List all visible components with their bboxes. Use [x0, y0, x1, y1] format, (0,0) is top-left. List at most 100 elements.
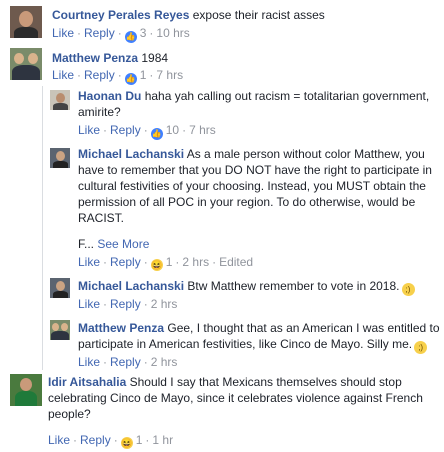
- separator: ·: [113, 433, 118, 447]
- comment-time[interactable]: 2 hrs: [151, 355, 178, 369]
- avatar-body: [51, 331, 69, 340]
- avatar[interactable]: [50, 148, 70, 168]
- like-button[interactable]: Like: [78, 297, 100, 311]
- comment-body: Michael Lachanski Btw Matthew remember t…: [78, 278, 440, 296]
- avatar[interactable]: [50, 278, 70, 298]
- reply-button[interactable]: Reply: [110, 355, 141, 369]
- avatar-body: [53, 161, 68, 168]
- reply-button[interactable]: Reply: [110, 255, 141, 269]
- reply-button[interactable]: Reply: [80, 433, 111, 447]
- comment-author[interactable]: Haonan Du: [78, 89, 141, 103]
- separator: ·: [182, 123, 187, 137]
- avatar[interactable]: [10, 48, 42, 80]
- edited-label[interactable]: Edited: [219, 255, 253, 269]
- like-button[interactable]: Like: [78, 355, 100, 369]
- comment-body: Matthew Penza 1984: [52, 50, 432, 66]
- comment-body: Courtney Perales Reyes expose their raci…: [52, 7, 432, 23]
- comment-actions: Like · Reply · 👍 1 · 7 hrs: [52, 67, 183, 85]
- comment-author[interactable]: Matthew Penza: [78, 321, 164, 335]
- reply-button[interactable]: Reply: [110, 123, 141, 137]
- reply-button[interactable]: Reply: [84, 68, 115, 82]
- comment: Matthew Penza 1984 Like · Reply · 👍 1 · 7 hrs: [0, 44, 444, 86]
- avatar-head: [56, 93, 65, 103]
- avatar[interactable]: [50, 320, 70, 340]
- comment-actions: Like · Reply · 👍 3 · 10 hrs: [52, 25, 190, 43]
- separator: ·: [149, 68, 154, 82]
- avatar-head: [52, 323, 59, 331]
- comment-body: Idir Aitsahalia Should I say that Mexica…: [48, 374, 434, 422]
- see-more-link[interactable]: See More: [97, 237, 149, 251]
- reply-button[interactable]: Reply: [84, 26, 115, 40]
- avatar-body: [12, 65, 40, 80]
- avatar-head: [20, 378, 32, 391]
- like-button[interactable]: Like: [52, 26, 74, 40]
- separator: ·: [175, 255, 180, 269]
- like-button[interactable]: Like: [78, 123, 100, 137]
- like-button[interactable]: Like: [52, 68, 74, 82]
- comment-actions: Like · Reply · 2 hrs: [78, 296, 177, 312]
- reply: Matthew Penza Gee, I thought that as an …: [48, 316, 444, 370]
- comment-body: Haonan Du haha yah calling out racism = …: [78, 88, 438, 120]
- separator: ·: [103, 123, 108, 137]
- avatar-head: [14, 53, 24, 64]
- separator: ·: [117, 26, 122, 40]
- avatar-head: [19, 11, 33, 27]
- comment-author[interactable]: Michael Lachanski: [78, 147, 184, 161]
- comment-time[interactable]: 2 hrs: [151, 297, 178, 311]
- like-icon[interactable]: 👍: [124, 31, 137, 43]
- separator: ·: [77, 68, 82, 82]
- reply: Michael Lachanski Btw Matthew remember t…: [48, 274, 444, 314]
- wink-emoji-icon: ;): [414, 341, 428, 354]
- comment-time[interactable]: 7 hrs: [156, 68, 183, 82]
- haha-icon[interactable]: 😆: [120, 437, 133, 449]
- separator: ·: [143, 355, 148, 369]
- comment-author[interactable]: Idir Aitsahalia: [48, 375, 126, 389]
- separator: ·: [73, 433, 78, 447]
- comment-truncation: F... See More: [78, 236, 440, 252]
- avatar[interactable]: [50, 90, 70, 110]
- comment-actions: Like · Reply · 👍 10 · 7 hrs: [78, 122, 216, 140]
- separator: ·: [143, 255, 148, 269]
- comment-text: expose their racist asses: [192, 8, 325, 22]
- avatar-body: [53, 103, 68, 110]
- separator: ·: [143, 297, 148, 311]
- separator: ·: [145, 433, 150, 447]
- separator: ·: [149, 26, 154, 40]
- separator: ·: [103, 255, 108, 269]
- separator: ·: [103, 355, 108, 369]
- comment-time[interactable]: 1 hr: [152, 433, 173, 447]
- comment: Idir Aitsahalia Should I say that Mexica…: [0, 370, 444, 452]
- comment-actions: Like · Reply · 😆 1 · 2 hrs · Edited: [78, 254, 253, 271]
- separator: ·: [212, 255, 217, 269]
- comment-actions: Like · Reply · 😆 1 · 1 hr: [48, 432, 173, 449]
- reply: Michael Lachanski As a male person witho…: [48, 144, 444, 272]
- avatar[interactable]: [10, 374, 42, 406]
- comment-time[interactable]: 7 hrs: [189, 123, 216, 137]
- reply-button[interactable]: Reply: [110, 297, 141, 311]
- comment-time[interactable]: 2 hrs: [182, 255, 209, 269]
- like-button[interactable]: Like: [78, 255, 100, 269]
- avatar-body: [53, 291, 68, 298]
- comment-author[interactable]: Courtney Perales Reyes: [52, 8, 189, 22]
- comment-text: Btw Matthew remember to vote in 2018.: [187, 279, 400, 293]
- comment-author[interactable]: Matthew Penza: [52, 51, 138, 65]
- truncated-text: F...: [78, 237, 95, 251]
- avatar-head: [61, 323, 68, 331]
- comment-text: 1984: [141, 51, 169, 65]
- avatar-body: [14, 27, 38, 38]
- comment-author[interactable]: Michael Lachanski: [78, 279, 184, 293]
- like-icon[interactable]: 👍: [124, 73, 137, 85]
- reaction-count[interactable]: 10: [166, 123, 179, 137]
- like-button[interactable]: Like: [48, 433, 70, 447]
- reply-thread-line: [42, 86, 43, 370]
- comment-time[interactable]: 10 hrs: [156, 26, 189, 40]
- haha-icon[interactable]: 😆: [150, 259, 163, 271]
- like-icon[interactable]: 👍: [150, 128, 163, 140]
- separator: ·: [77, 26, 82, 40]
- avatar[interactable]: [10, 6, 42, 38]
- avatar-head: [56, 281, 65, 291]
- separator: ·: [117, 68, 122, 82]
- separator: ·: [143, 123, 148, 137]
- comment-body: Matthew Penza Gee, I thought that as an …: [78, 320, 444, 354]
- avatar-body: [15, 391, 37, 406]
